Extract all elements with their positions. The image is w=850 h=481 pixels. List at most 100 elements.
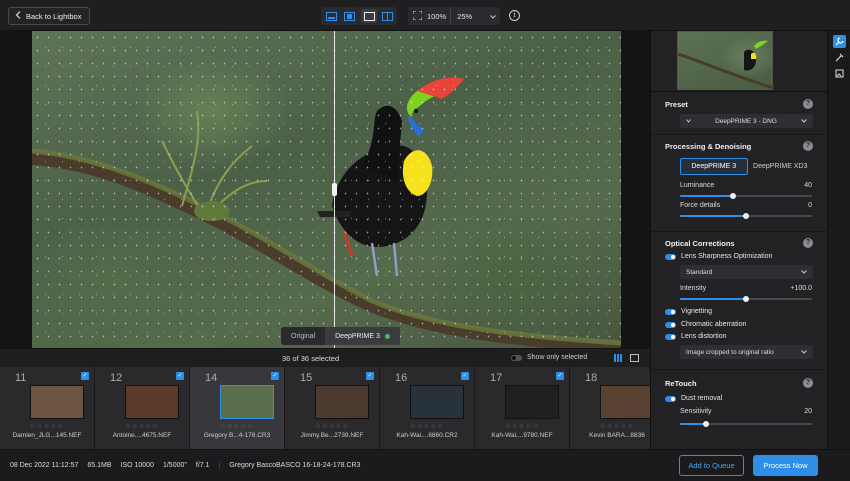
show-only-selected-toggle[interactable] [511,355,522,361]
navigator-divider [651,91,827,92]
luminance-slider[interactable] [680,193,812,199]
lens-distortion-toggle[interactable] [665,333,676,340]
deepprime-label-text: DeepPRIME 3 [335,332,380,340]
retouch-help-icon[interactable]: ? [803,378,813,388]
thumbnail-checkbox[interactable]: ✓ [556,372,564,380]
intensity-value: +100.0 [790,285,812,292]
force-details-slider-knob[interactable] [743,213,749,219]
thumbnail-checkbox[interactable]: ✓ [176,372,184,380]
star-rating[interactable]: ☆☆☆☆☆ [475,422,569,430]
process-now-button[interactable]: Process Now [753,455,818,476]
intensity-slider-knob[interactable] [743,296,749,302]
star-rating[interactable]: ☆☆☆☆☆ [0,422,94,430]
vignetting-row[interactable]: Vignetting [665,308,712,315]
denoising-title: Processing & Denoising [665,142,752,151]
settings-tool-icon[interactable] [833,35,846,48]
fit-zoom-icon[interactable] [412,10,423,22]
intensity-slider[interactable] [680,296,812,302]
dust-removal-row[interactable]: Dust removal [665,395,722,402]
thumbnail-image[interactable] [600,385,650,419]
distortion-mode-value: Image cropped to original ratio [686,348,774,356]
star-rating[interactable]: ☆☆☆☆☆ [285,422,379,430]
original-label-text: Original [291,332,316,340]
deepprime-label[interactable]: DeepPRIME 3 [325,327,400,345]
thumbnail-image[interactable] [315,385,369,419]
navigator-thumbnail[interactable] [677,31,775,90]
filmstrip-view-button[interactable] [341,9,357,23]
deepprime3-option[interactable]: DeepPRIME 3 [680,158,748,175]
navigator-image [677,40,775,90]
grid-view-icon[interactable] [614,354,622,362]
sensitivity-slider[interactable] [680,421,812,427]
filmstrip-thumbnail[interactable]: 17 ✓ ☆☆☆☆☆ Kah-Wai....9780.NEF [475,367,570,449]
luminance-value: 40 [804,182,812,189]
tool-strip [827,31,850,449]
original-label[interactable]: Original [281,327,325,345]
zoom-100-button[interactable]: 100% [427,12,446,21]
filmstrip-thumbnail[interactable]: 11 ✓ ☆☆☆☆☆ Damien_JLG...145.NEF [0,367,95,449]
distortion-mode-select[interactable]: Image cropped to original ratio [680,345,813,359]
preset-title: Preset [665,100,688,109]
lens-distortion-row[interactable]: Lens distortion [665,333,727,340]
divider: | [218,462,221,469]
thumbnail-checkbox[interactable]: ✓ [81,372,89,380]
force-details-slider[interactable] [680,213,812,219]
chromatic-aberration-toggle[interactable] [665,321,676,328]
settings-panel: Preset ? DeepPRIME 3 - DNG Processing & … [650,31,827,449]
star-rating[interactable]: ☆☆☆☆☆ [95,422,189,430]
thumbnail-image[interactable] [410,385,464,419]
thumbnail-filename: Kevin BARA...8836 [589,432,645,439]
retouch-brush-icon[interactable] [833,51,846,64]
section-divider [651,134,827,135]
back-to-lightbox-button[interactable]: Back to Lightbox [8,7,91,25]
sensitivity-slider-knob[interactable] [703,421,710,427]
thumbnail-image[interactable] [220,385,274,419]
toucan-photo [32,77,621,348]
layout-toggle-group [321,7,359,25]
lens-sharpness-toggle[interactable] [665,253,676,260]
compare-view-icon[interactable] [630,354,639,362]
vignetting-toggle[interactable] [665,308,676,315]
filmstrip-thumbnail[interactable]: 15 ✓ ☆☆☆☆☆ Jimmy.Be...2739.NEF [285,367,380,449]
denoise-mode-selector: DeepPRIME 3 DeepPRIME XD3 [680,158,813,175]
force-details-slider-fill [680,215,746,217]
thumbnail-checkbox[interactable]: ✓ [461,372,469,380]
lens-sharpness-row[interactable]: Lens Sharpness Optimization [665,253,772,260]
thumbnail-filename: Damien_JLG...145.NEF [12,432,82,439]
split-divider-handle[interactable] [332,183,337,196]
lens-distortion-label: Lens distortion [681,333,727,340]
photo-preview[interactable] [32,31,621,348]
filmstrip-thumbnail[interactable]: 18✓☆☆☆☆☆Kevin BARA...8836 [570,367,650,449]
top-toolbar: Back to Lightbox 100% 25% i [0,0,850,31]
show-only-selected-label: Show only selected [527,354,588,361]
thumbnail-image[interactable] [30,385,84,419]
filmstrip-thumbnail[interactable]: 14 ✓ ☆☆☆☆☆ Gregory B...4-178.CR3 [190,367,285,449]
thumbnail-image[interactable] [125,385,179,419]
sharpness-mode-select[interactable]: Standard [680,265,813,279]
denoising-help-icon[interactable]: ? [803,141,813,151]
luminance-slider-knob[interactable] [729,193,736,199]
deepprime-xd3-option[interactable]: DeepPRIME XD3 [748,158,814,175]
chromatic-aberration-row[interactable]: Chromatic aberration [665,321,746,328]
star-rating[interactable]: ☆☆☆☆☆ [190,422,284,430]
dust-removal-toggle[interactable] [665,395,676,402]
file-name: Gregory BascoBASCO 16-18-24-178.CR3 [229,462,361,469]
luminance-label: Luminance [680,182,715,189]
crop-tool-icon[interactable] [833,67,846,80]
thumbnail-image[interactable] [505,385,559,419]
star-rating[interactable]: ☆☆☆☆☆ [380,422,474,430]
info-icon[interactable]: i [509,10,520,21]
thumbnail-checkbox[interactable]: ✓ [366,372,374,380]
filmstrip-thumbnail[interactable]: 12 ✓ ☆☆☆☆☆ Antoine....4675.NEF [95,367,190,449]
preset-help-icon[interactable]: ? [803,99,813,109]
star-rating[interactable]: ☆☆☆☆☆ [570,422,650,430]
thumbnail-checkbox[interactable]: ✓ [271,372,279,380]
preset-select[interactable]: DeepPRIME 3 - DNG [680,114,813,128]
add-to-queue-button[interactable]: Add to Queue [679,455,744,476]
zoom-level-select[interactable]: 25% [450,7,500,25]
split-compare-button[interactable] [379,9,395,23]
single-view-button[interactable] [323,9,339,23]
single-compare-button[interactable] [361,9,377,23]
optical-help-icon[interactable]: ? [803,238,813,248]
filmstrip-thumbnail[interactable]: 16 ✓ ☆☆☆☆☆ Kah-Wai....6860.CR2 [380,367,475,449]
